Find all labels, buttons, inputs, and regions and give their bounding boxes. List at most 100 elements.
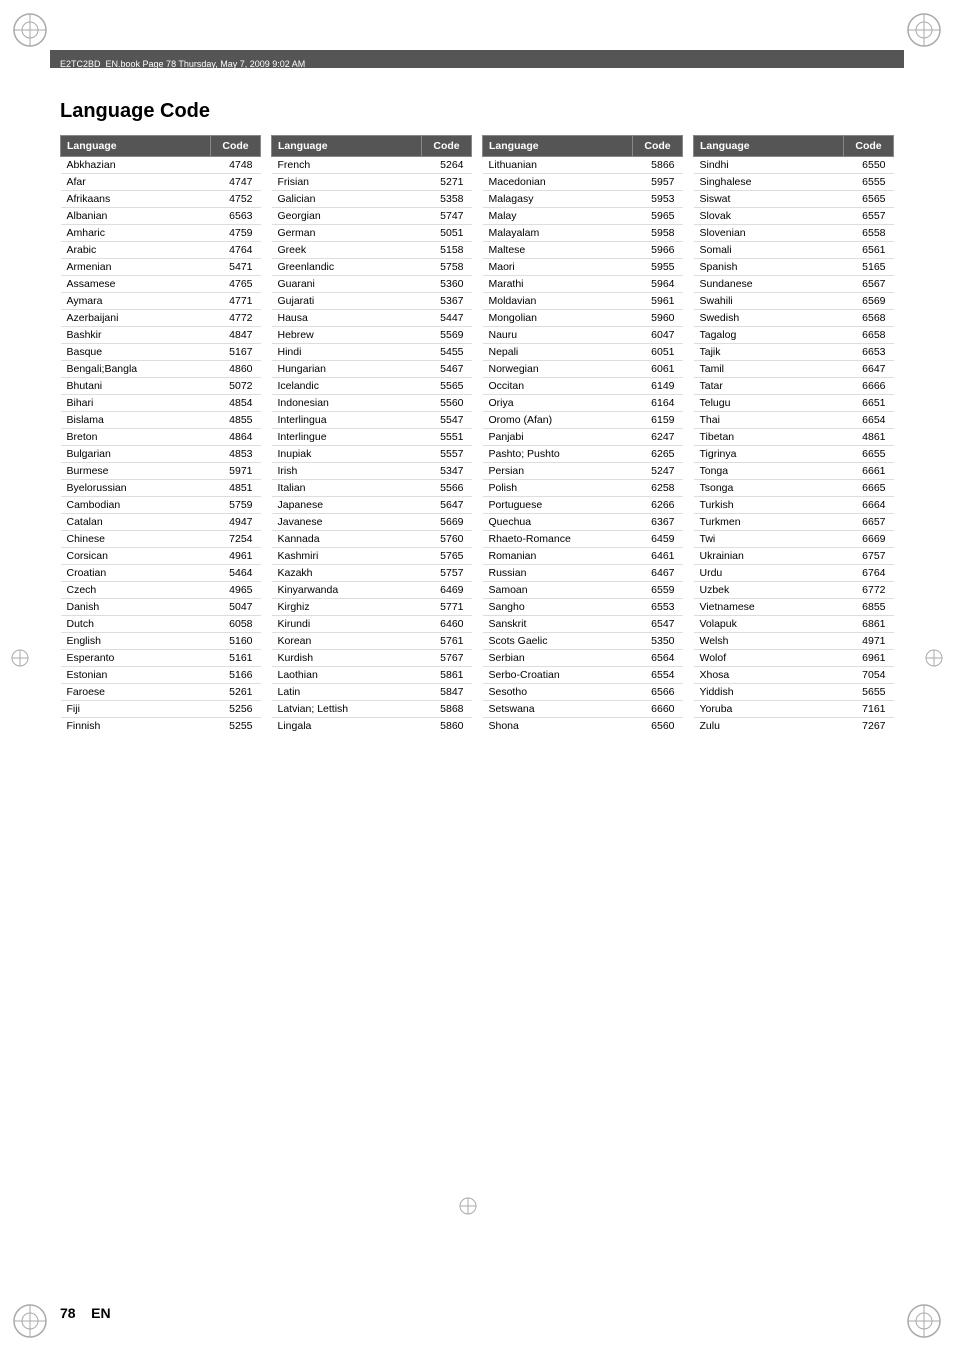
table-row: Mongolian5960: [483, 310, 683, 327]
language-cell: Sindhi: [694, 157, 844, 174]
table-row: Telugu6651: [694, 395, 894, 412]
code-cell: 6559: [633, 582, 683, 599]
table-row: Marathi5964: [483, 276, 683, 293]
corner-bl: [10, 1301, 50, 1341]
table-row: Latin5847: [272, 684, 472, 701]
table-row: Tibetan4861: [694, 429, 894, 446]
table-row: Spanish5165: [694, 259, 894, 276]
table-row: Urdu6764: [694, 565, 894, 582]
code-cell: 4759: [211, 225, 261, 242]
language-table-2: Language Code French5264Frisian5271Galic…: [271, 135, 472, 734]
language-cell: Volapuk: [694, 616, 844, 633]
code-cell: 6555: [844, 174, 894, 191]
code-cell: 6047: [633, 327, 683, 344]
code-cell: 6265: [633, 446, 683, 463]
code-cell: 5957: [633, 174, 683, 191]
code-cell: 6247: [633, 429, 683, 446]
language-cell: Gujarati: [272, 293, 422, 310]
language-cell: Norwegian: [483, 361, 633, 378]
language-cell: Tibetan: [694, 429, 844, 446]
code-cell: 5547: [422, 412, 472, 429]
language-cell: Swahili: [694, 293, 844, 310]
language-cell: Macedonian: [483, 174, 633, 191]
code-cell: 6266: [633, 497, 683, 514]
table-row: Fiji5256: [61, 701, 261, 718]
table-row: Inupiak5557: [272, 446, 472, 463]
language-cell: Swedish: [694, 310, 844, 327]
table-row: Serbo-Croatian6554: [483, 667, 683, 684]
code-cell: 5655: [844, 684, 894, 701]
table-row: Ukrainian6757: [694, 548, 894, 565]
table-row: Nepali6051: [483, 344, 683, 361]
language-cell: Fiji: [61, 701, 211, 718]
table-row: Swahili6569: [694, 293, 894, 310]
table-row: Welsh4971: [694, 633, 894, 650]
language-cell: Bashkir: [61, 327, 211, 344]
table-row: French5264: [272, 157, 472, 174]
language-cell: Shona: [483, 718, 633, 735]
code-cell: 5759: [211, 497, 261, 514]
table-row: Sangho6553: [483, 599, 683, 616]
language-cell: German: [272, 225, 422, 242]
code-cell: 5551: [422, 429, 472, 446]
language-cell: Bhutani: [61, 378, 211, 395]
language-cell: Inupiak: [272, 446, 422, 463]
code-cell: 5961: [633, 293, 683, 310]
table-row: Slovak6557: [694, 208, 894, 225]
code-cell: 5560: [422, 395, 472, 412]
language-cell: Telugu: [694, 395, 844, 412]
table-row: Latvian; Lettish5868: [272, 701, 472, 718]
code-cell: 6647: [844, 361, 894, 378]
language-cell: Hausa: [272, 310, 422, 327]
table-row: Malayalam5958: [483, 225, 683, 242]
language-cell: English: [61, 633, 211, 650]
code-cell: 5960: [633, 310, 683, 327]
code-cell: 5350: [633, 633, 683, 650]
table-row: Kashmiri5765: [272, 548, 472, 565]
language-cell: Slovak: [694, 208, 844, 225]
table-row: Laothian5861: [272, 667, 472, 684]
language-cell: Xhosa: [694, 667, 844, 684]
code-cell: 6561: [844, 242, 894, 259]
crosshair-left: [10, 648, 30, 668]
code-cell: 5072: [211, 378, 261, 395]
language-cell: Sangho: [483, 599, 633, 616]
language-cell: Arabic: [61, 242, 211, 259]
code-cell: 5964: [633, 276, 683, 293]
table-row: Bulgarian4853: [61, 446, 261, 463]
table-row: Interlingue5551: [272, 429, 472, 446]
language-cell: Kashmiri: [272, 548, 422, 565]
code-cell: 5771: [422, 599, 472, 616]
language-cell: Pashto; Pushto: [483, 446, 633, 463]
table-row: Oromo (Afan)6159: [483, 412, 683, 429]
language-cell: Hungarian: [272, 361, 422, 378]
language-cell: Tagalog: [694, 327, 844, 344]
code-cell: 5565: [422, 378, 472, 395]
language-cell: Zulu: [694, 718, 844, 735]
table-row: Esperanto5161: [61, 650, 261, 667]
table-row: Azerbaijani4772: [61, 310, 261, 327]
language-cell: Bulgarian: [61, 446, 211, 463]
code-cell: 5966: [633, 242, 683, 259]
code-cell: 4748: [211, 157, 261, 174]
table-row: Moldavian5961: [483, 293, 683, 310]
code-cell: 6058: [211, 616, 261, 633]
language-cell: Malay: [483, 208, 633, 225]
code-cell: 5955: [633, 259, 683, 276]
code-cell: 6164: [633, 395, 683, 412]
code-cell: 5868: [422, 701, 472, 718]
code-cell: 5447: [422, 310, 472, 327]
code-cell: 6861: [844, 616, 894, 633]
table-row: Breton4864: [61, 429, 261, 446]
table-row: Sesotho6566: [483, 684, 683, 701]
code-cell: 5264: [422, 157, 472, 174]
code-cell: 5256: [211, 701, 261, 718]
table-row: Singhalese6555: [694, 174, 894, 191]
code-cell: 6550: [844, 157, 894, 174]
language-cell: Hindi: [272, 344, 422, 361]
language-cell: Setswana: [483, 701, 633, 718]
code-cell: 5347: [422, 463, 472, 480]
table-row: Siswat6565: [694, 191, 894, 208]
table-row: Tonga6661: [694, 463, 894, 480]
code-cell: 5158: [422, 242, 472, 259]
